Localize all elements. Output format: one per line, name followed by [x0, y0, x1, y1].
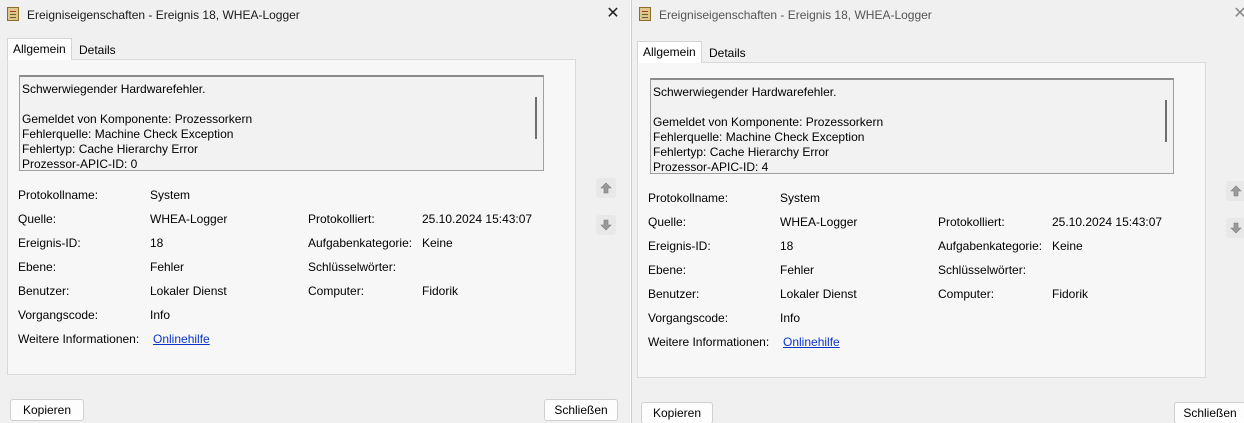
title-bar: Ereigniseigenschaften - Ereignis 18, WHE… [632, 0, 1244, 30]
window-title: Ereigniseigenschaften - Ereignis 18, WHE… [659, 8, 932, 22]
description-line: Fehlertyp: Cache Hierarchy Error [22, 142, 199, 156]
arrow-up-icon [600, 182, 612, 194]
tab-general[interactable]: Allgemein [7, 38, 72, 60]
tab-details[interactable]: Details [74, 40, 121, 60]
scrollbar-thumb[interactable] [535, 97, 537, 139]
label-benutzer: Benutzer: [18, 284, 70, 298]
description-line: Fehlerquelle: Machine Check Exception [653, 130, 865, 144]
description-line: Fehlertyp: Cache Hierarchy Error [653, 145, 830, 159]
label-vorgangscode: Vorgangscode: [648, 311, 729, 325]
value-protokolliert: 25.10.2024 15:43:07 [1052, 215, 1163, 229]
value-ebene: Fehler [150, 260, 185, 274]
label-schluesselwoerter: Schlüsselwörter: [308, 260, 397, 274]
label-computer: Computer: [308, 284, 365, 298]
label-weitere-informationen: Weitere Informationen: [648, 335, 770, 349]
description-line: Gemeldet von Komponente: Prozessorkern [653, 115, 884, 129]
value-ereignis-id: 18 [780, 239, 794, 253]
next-event-button[interactable] [1226, 218, 1244, 238]
value-vorgangscode: Info [780, 311, 801, 325]
label-ereignis-id: Ereignis-ID: [648, 239, 711, 253]
arrow-down-icon [600, 219, 612, 231]
value-ebene: Fehler [780, 263, 815, 277]
arrow-down-icon [1230, 222, 1242, 234]
copy-button[interactable]: Kopieren [10, 399, 84, 421]
value-protokolliert: 25.10.2024 15:43:07 [422, 212, 533, 226]
label-vorgangscode: Vorgangscode: [18, 308, 99, 322]
arrow-up-icon [1230, 185, 1242, 197]
label-quelle: Quelle: [18, 212, 57, 226]
event-properties-window-1: Ereigniseigenschaften - Ereignis 18, WHE… [0, 0, 630, 423]
close-icon[interactable]: ✕ [1231, 5, 1244, 23]
tab-details[interactable]: Details [704, 43, 751, 63]
event-viewer-icon [639, 7, 651, 21]
previous-event-button[interactable] [1226, 181, 1244, 201]
event-description-box[interactable]: Schwerwiegender Hardwarefehler. Gemeldet… [19, 75, 544, 171]
label-weitere-informationen: Weitere Informationen: [18, 332, 140, 346]
next-event-button[interactable] [596, 215, 616, 235]
tab-general[interactable]: Allgemein [637, 41, 702, 63]
description-line: Prozessor-APIC-ID: 4 [653, 160, 769, 174]
label-computer: Computer: [938, 287, 995, 301]
label-quelle: Quelle: [648, 215, 687, 229]
description-line: Schwerwiegender Hardwarefehler. [653, 85, 837, 99]
online-help-link[interactable]: Onlinehilfe [153, 332, 210, 346]
value-quelle: WHEA-Logger [150, 212, 228, 226]
close-button[interactable]: Schließen [1174, 402, 1244, 423]
description-line: Schwerwiegender Hardwarefehler. [22, 82, 206, 96]
value-vorgangscode: Info [150, 308, 171, 322]
copy-button[interactable]: Kopieren [641, 402, 713, 423]
value-quelle: WHEA-Logger [780, 215, 858, 229]
event-description-box[interactable]: Schwerwiegender Hardwarefehler. Gemeldet… [650, 78, 1174, 174]
label-protokolliert: Protokolliert: [938, 215, 1005, 229]
value-benutzer: Lokaler Dienst [780, 287, 857, 301]
label-aufgabenkategorie: Aufgabenkategorie: [938, 239, 1043, 253]
value-computer: Fidorik [1052, 287, 1089, 301]
previous-event-button[interactable] [596, 178, 616, 198]
value-ereignis-id: 18 [150, 236, 164, 250]
value-benutzer: Lokaler Dienst [150, 284, 227, 298]
close-icon[interactable]: ✕ [604, 5, 622, 23]
label-ebene: Ebene: [648, 263, 687, 277]
label-benutzer: Benutzer: [648, 287, 700, 301]
description-line: Prozessor-APIC-ID: 0 [22, 157, 138, 171]
event-properties-window-2: Ereigniseigenschaften - Ereignis 18, WHE… [631, 0, 1244, 423]
label-ereignis-id: Ereignis-ID: [18, 236, 81, 250]
label-schluesselwoerter: Schlüsselwörter: [938, 263, 1027, 277]
label-protokolliert: Protokolliert: [308, 212, 375, 226]
close-button[interactable]: Schließen [544, 399, 618, 421]
scrollbar-thumb[interactable] [1165, 100, 1167, 142]
value-protokollname: System [150, 188, 191, 202]
event-viewer-icon [7, 7, 19, 21]
description-line: Gemeldet von Komponente: Prozessorkern [22, 112, 253, 126]
description-line: Fehlerquelle: Machine Check Exception [22, 127, 234, 141]
value-protokollname: System [780, 191, 821, 205]
online-help-link[interactable]: Onlinehilfe [783, 335, 840, 349]
label-protokollname: Protokollname: [648, 191, 729, 205]
value-computer: Fidorik [422, 284, 459, 298]
title-bar: Ereigniseigenschaften - Ereignis 18, WHE… [0, 0, 630, 30]
value-aufgabenkategorie: Keine [1052, 239, 1083, 253]
window-title: Ereigniseigenschaften - Ereignis 18, WHE… [27, 8, 300, 22]
value-aufgabenkategorie: Keine [422, 236, 453, 250]
label-protokollname: Protokollname: [18, 188, 99, 202]
label-ebene: Ebene: [18, 260, 57, 274]
label-aufgabenkategorie: Aufgabenkategorie: [308, 236, 413, 250]
